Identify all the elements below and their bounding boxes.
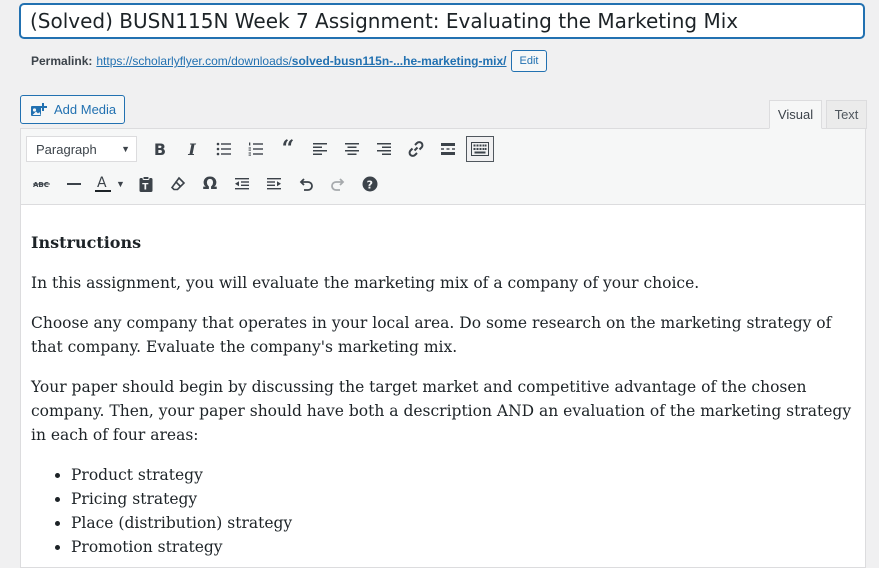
blockquote-icon: “ bbox=[281, 136, 295, 162]
help-icon: ? bbox=[362, 176, 378, 192]
content-paragraph: Your paper should begin by discussing th… bbox=[31, 378, 852, 444]
post-title-input[interactable]: (Solved) BUSN115N Week 7 Assignment: Eva… bbox=[19, 3, 865, 39]
horizontal-line-button[interactable] bbox=[58, 171, 90, 197]
read-more-icon bbox=[441, 143, 455, 155]
permalink-label: Permalink: bbox=[31, 54, 93, 68]
align-right-icon bbox=[377, 143, 391, 155]
strikethrough-icon: ABC bbox=[33, 181, 50, 189]
svg-text:A: A bbox=[97, 175, 107, 191]
undo-button[interactable] bbox=[290, 171, 322, 197]
outdent-button[interactable] bbox=[226, 171, 258, 197]
list-item: Place (distribution) strategy bbox=[71, 511, 855, 535]
link-button[interactable] bbox=[400, 136, 432, 162]
bold-icon: B bbox=[153, 139, 167, 159]
format-select[interactable]: Paragraph ▼ bbox=[26, 136, 137, 162]
special-character-button[interactable]: Ω bbox=[194, 171, 226, 197]
align-center-button[interactable] bbox=[336, 136, 368, 162]
bulleted-list-button[interactable] bbox=[208, 136, 240, 162]
permalink-slug: solved-busn115n-...he-marketing-mix/ bbox=[291, 54, 507, 68]
numbered-list-icon bbox=[248, 142, 263, 156]
tab-visual[interactable]: Visual bbox=[769, 100, 822, 129]
align-center-icon bbox=[345, 143, 359, 155]
paste-text-button[interactable]: T bbox=[130, 171, 162, 197]
list-item: Pricing strategy bbox=[71, 487, 855, 511]
paste-text-icon: T bbox=[139, 176, 153, 192]
add-media-label: Add Media bbox=[54, 102, 117, 117]
permalink-edit-button[interactable]: Edit bbox=[510, 50, 548, 72]
redo-button[interactable] bbox=[322, 171, 354, 197]
align-left-button[interactable] bbox=[304, 136, 336, 162]
strikethrough-button[interactable]: ABC bbox=[26, 171, 58, 197]
content-paragraph: In this assignment, you will evaluate th… bbox=[31, 274, 700, 292]
horizontal-line-icon bbox=[67, 183, 81, 185]
toolbar-toggle-button[interactable] bbox=[466, 136, 494, 162]
svg-text:T: T bbox=[142, 183, 149, 193]
toolbar-toggle-icon bbox=[471, 142, 489, 156]
text-color-button[interactable]: A ▼ bbox=[90, 171, 130, 197]
indent-button[interactable] bbox=[258, 171, 290, 197]
add-media-button[interactable]: Add Media bbox=[20, 95, 125, 124]
permalink-url-prefix: https://scholarlyflyer.com/downloads/ bbox=[96, 54, 292, 68]
chevron-down-icon: ▼ bbox=[116, 179, 125, 189]
chevron-down-icon: ▼ bbox=[121, 144, 130, 154]
read-more-button[interactable] bbox=[432, 136, 464, 162]
bulleted-list-icon bbox=[216, 142, 231, 156]
list-item: Promotion strategy bbox=[71, 535, 855, 559]
indent-icon bbox=[267, 178, 281, 190]
special-character-icon: Ω bbox=[202, 174, 218, 194]
permalink-link[interactable]: https://scholarlyflyer.com/downloads/sol… bbox=[96, 49, 506, 73]
content-paragraph: Choose any company that operates in your… bbox=[31, 314, 832, 356]
toolbar-row-2: ABC A ▼ T Ω ? bbox=[26, 171, 386, 197]
svg-text:?: ? bbox=[367, 178, 373, 191]
italic-icon: I bbox=[188, 139, 196, 159]
clear-formatting-button[interactable] bbox=[162, 171, 194, 197]
italic-button[interactable]: I bbox=[176, 136, 208, 162]
outdent-icon bbox=[235, 178, 249, 190]
text-color-icon: A bbox=[95, 175, 112, 192]
editor-container: Paragraph ▼ B I “ ABC A ▼ T Ω ? Instruct… bbox=[20, 128, 866, 568]
permalink-row: Permalink: https://scholarlyflyer.com/do… bbox=[31, 49, 548, 73]
editor-content[interactable]: Instructions In this assignment, you wil… bbox=[21, 205, 865, 559]
add-media-icon bbox=[31, 102, 47, 116]
toolbar-row-1: Paragraph ▼ B I “ bbox=[26, 136, 494, 162]
list-item: Product strategy bbox=[71, 463, 855, 487]
bold-button[interactable]: B bbox=[144, 136, 176, 162]
numbered-list-button[interactable] bbox=[240, 136, 272, 162]
strategy-list: Product strategy Pricing strategy Place … bbox=[31, 463, 855, 559]
redo-icon bbox=[331, 178, 345, 191]
link-icon bbox=[408, 141, 424, 157]
align-left-icon bbox=[313, 143, 327, 155]
help-button[interactable]: ? bbox=[354, 171, 386, 197]
content-heading: Instructions bbox=[31, 233, 142, 252]
format-select-value: Paragraph bbox=[36, 141, 97, 157]
undo-icon bbox=[299, 178, 313, 191]
align-right-button[interactable] bbox=[368, 136, 400, 162]
tab-text[interactable]: Text bbox=[826, 100, 867, 129]
svg-text:ABC: ABC bbox=[33, 181, 49, 189]
blockquote-button[interactable]: “ bbox=[272, 136, 304, 162]
editor-toolbar: Paragraph ▼ B I “ ABC A ▼ T Ω ? bbox=[21, 129, 865, 205]
clear-formatting-icon bbox=[170, 176, 186, 191]
